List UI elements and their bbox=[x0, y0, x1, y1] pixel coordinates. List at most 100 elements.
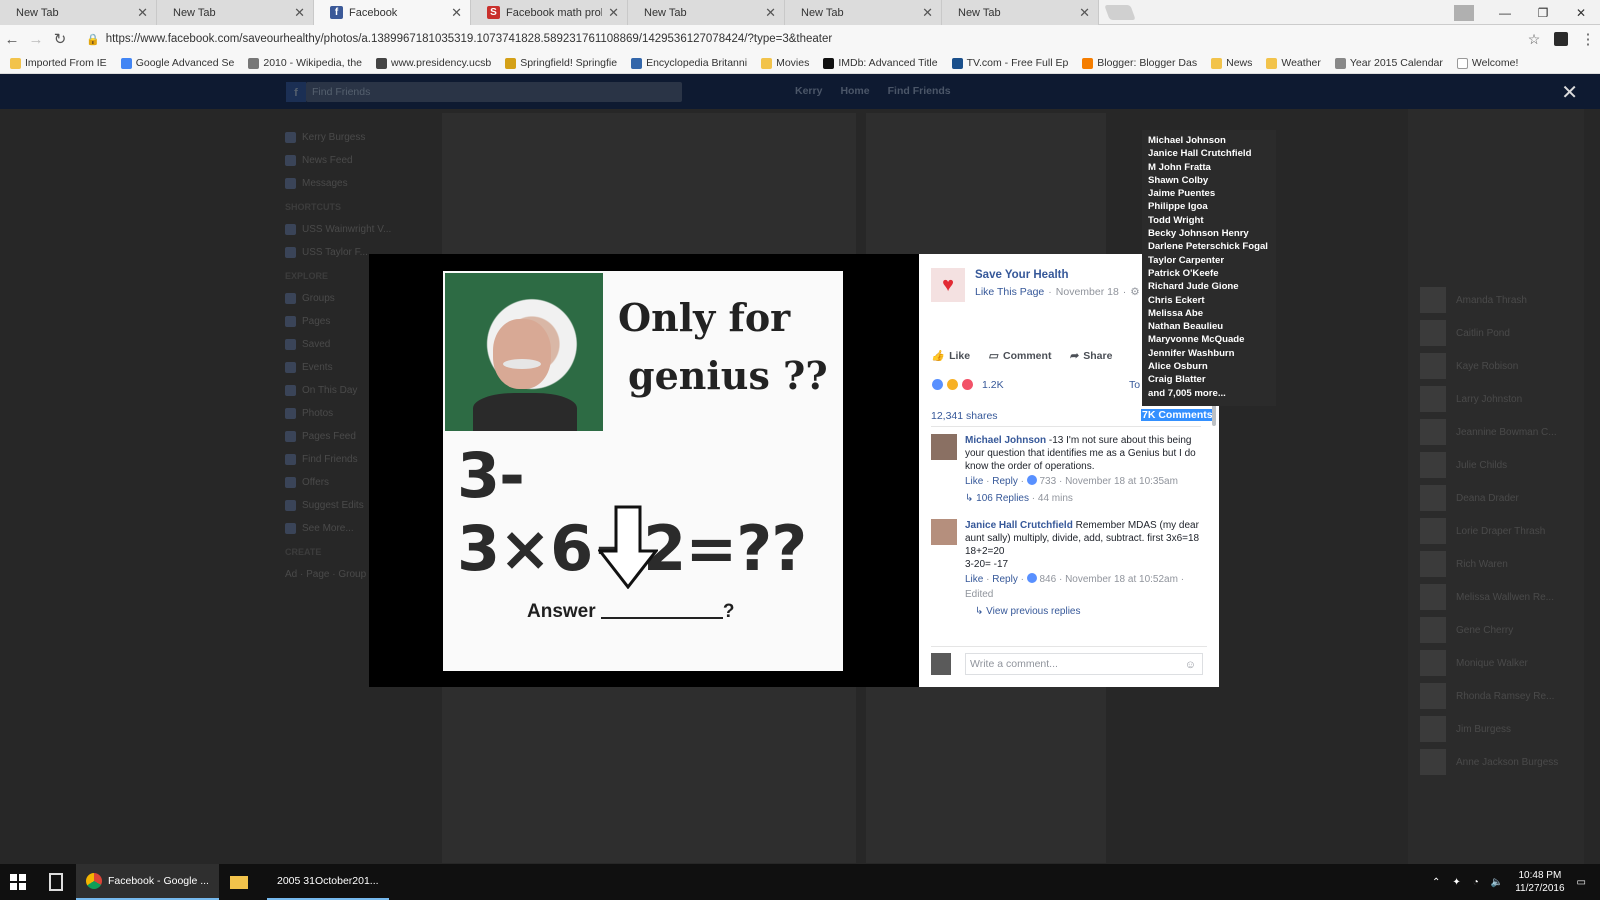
nav-find-friends[interactable]: Find Friends bbox=[888, 85, 951, 97]
clock[interactable]: 10:48 PM 11/27/2016 bbox=[1515, 869, 1564, 895]
close-icon[interactable]: ✕ bbox=[608, 5, 619, 21]
facebook-logo-icon[interactable]: f bbox=[286, 82, 306, 102]
chat-contact[interactable]: Monique Walker bbox=[1420, 650, 1528, 676]
bookmark-star-icon[interactable]: ☆ bbox=[1522, 31, 1546, 48]
wifi-icon[interactable]: ◔ bbox=[1473, 877, 1479, 888]
tab-new-tab-6[interactable]: New Tab ✕ bbox=[785, 0, 942, 25]
file-explorer-icon[interactable] bbox=[219, 864, 259, 900]
taskbar-app-chrome[interactable]: Facebook - Google ... bbox=[76, 864, 219, 900]
bookmark-item[interactable]: Imported From IE bbox=[10, 57, 107, 69]
menu-icon[interactable]: ⋮ bbox=[1576, 30, 1600, 48]
comment-input[interactable]: Write a comment... ☺ bbox=[965, 653, 1203, 675]
bookmark-item[interactable]: Blogger: Blogger Das bbox=[1082, 57, 1197, 69]
tab-new-tab-2[interactable]: New Tab ✕ bbox=[157, 0, 314, 25]
comment-like-count[interactable]: 846 bbox=[1040, 574, 1057, 585]
chat-contact[interactable]: Gene Cherry bbox=[1420, 617, 1513, 643]
bookmark-item[interactable]: Welcome! bbox=[1456, 57, 1518, 69]
nav-home[interactable]: Home bbox=[840, 85, 869, 97]
close-icon[interactable]: ✕ bbox=[765, 5, 776, 21]
shares-link[interactable]: 12,341 shares bbox=[931, 410, 998, 422]
like-page-link[interactable]: Like This Page bbox=[975, 286, 1044, 298]
chat-contact[interactable]: Julie Childs bbox=[1420, 452, 1507, 478]
bookmark-item[interactable]: www.presidency.ucsb bbox=[376, 57, 491, 69]
bookmark-item[interactable]: News bbox=[1211, 57, 1252, 69]
bookmark-item[interactable]: Encyclopedia Britanni bbox=[631, 57, 747, 69]
bookmark-item[interactable]: Year 2015 Calendar bbox=[1334, 57, 1443, 69]
page-name-link[interactable]: Save Your Health bbox=[975, 269, 1069, 281]
start-button[interactable] bbox=[0, 864, 36, 900]
user-profile-icon[interactable] bbox=[1454, 4, 1474, 21]
comment-edited[interactable]: Edited bbox=[965, 588, 1201, 601]
avatar[interactable] bbox=[931, 434, 957, 460]
close-window-icon[interactable]: ✕ bbox=[1562, 6, 1600, 20]
left-nav-item[interactable]: News Feed bbox=[285, 149, 430, 172]
comment-reply-link[interactable]: Reply bbox=[992, 574, 1018, 585]
dropbox-icon[interactable]: ✦ bbox=[1452, 877, 1460, 888]
url-field[interactable]: 🔒 https://www.facebook.com/saveourhealth… bbox=[78, 29, 1516, 49]
close-theater-icon[interactable]: ✕ bbox=[1561, 80, 1578, 105]
comment-reply-link[interactable]: Reply bbox=[992, 476, 1018, 487]
left-nav-item[interactable]: Kerry Burgess bbox=[285, 126, 430, 149]
chat-contact[interactable]: Melissa Wallwen Re... bbox=[1420, 584, 1554, 610]
left-nav-item[interactable]: Messages bbox=[285, 172, 430, 195]
close-icon[interactable]: ✕ bbox=[1079, 5, 1090, 21]
nav-profile[interactable]: Kerry bbox=[795, 85, 822, 97]
comment-like-link[interactable]: Like bbox=[965, 476, 983, 487]
share-button[interactable]: ➦ Share bbox=[1069, 349, 1112, 362]
volume-icon[interactable]: 🔈 bbox=[1491, 877, 1503, 888]
heart-icon[interactable]: ♥ bbox=[931, 268, 965, 302]
notification-icon[interactable]: ▭ bbox=[1577, 877, 1586, 888]
tab-new-tab-1[interactable]: New Tab ✕ bbox=[0, 0, 157, 25]
tab-facebook-math-problem[interactable]: S Facebook math problem ✕ bbox=[471, 0, 628, 25]
bookmark-item[interactable]: TV.com - Free Full Ep bbox=[951, 57, 1068, 69]
comment-like-link[interactable]: Like bbox=[965, 574, 983, 585]
extension-icon[interactable] bbox=[1554, 32, 1568, 46]
chevron-up-icon[interactable]: ⌃ bbox=[1432, 877, 1440, 888]
chat-contact[interactable]: Caitlin Pond bbox=[1420, 320, 1510, 346]
comment-like-count[interactable]: 733 bbox=[1040, 476, 1057, 487]
avatar[interactable] bbox=[931, 519, 957, 545]
minimize-icon[interactable]: — bbox=[1486, 6, 1524, 20]
comment-time[interactable]: November 18 at 10:35am bbox=[1065, 476, 1178, 487]
bookmark-item[interactable]: Weather bbox=[1266, 57, 1321, 69]
close-icon[interactable]: ✕ bbox=[294, 5, 305, 21]
chat-contact[interactable]: Lorie Draper Thrash bbox=[1420, 518, 1545, 544]
tab-new-tab-7[interactable]: New Tab ✕ bbox=[942, 0, 1099, 25]
bookmark-item[interactable]: Movies bbox=[761, 57, 809, 69]
reactions-summary[interactable]: 1.2K bbox=[931, 378, 1004, 391]
chat-contact[interactable]: Jim Burgess bbox=[1420, 716, 1511, 742]
restore-icon[interactable]: ❐ bbox=[1524, 6, 1562, 20]
like-button[interactable]: 👍 Like bbox=[931, 349, 970, 363]
comments-count-link[interactable]: 7K Comments bbox=[1141, 409, 1214, 421]
comment-author[interactable]: Michael Johnson bbox=[965, 435, 1046, 446]
bookmark-item[interactable]: Google Advanced Se bbox=[120, 57, 234, 69]
emoji-icon[interactable]: ☺ bbox=[1185, 655, 1196, 675]
comment-time[interactable]: November 18 at 10:52am bbox=[1065, 574, 1178, 585]
new-tab-button[interactable] bbox=[1104, 5, 1136, 20]
taskbar-app-document[interactable]: 2005 31October201... bbox=[266, 864, 389, 900]
close-icon[interactable]: ✕ bbox=[451, 5, 462, 21]
left-nav-item[interactable]: USS Wainwright V... bbox=[285, 218, 430, 241]
chat-contact[interactable]: Rhonda Ramsey Re... bbox=[1420, 683, 1554, 709]
forward-icon[interactable]: → bbox=[24, 31, 48, 48]
tab-new-tab-5[interactable]: New Tab ✕ bbox=[628, 0, 785, 25]
post-photo[interactable]: Only for genius ?? 3-3×6+2=?? Answer ? bbox=[443, 271, 843, 671]
post-date[interactable]: November 18 bbox=[1056, 286, 1119, 298]
chat-contact[interactable]: Deana Drader bbox=[1420, 485, 1519, 511]
back-icon[interactable]: ← bbox=[0, 31, 24, 48]
bookmark-item[interactable]: IMDb: Advanced Title bbox=[823, 57, 938, 69]
reload-icon[interactable]: ↻ bbox=[48, 30, 72, 48]
chat-contact[interactable]: Amanda Thrash bbox=[1420, 287, 1527, 313]
view-previous-replies-link[interactable]: View previous replies bbox=[986, 606, 1080, 617]
chat-contact[interactable]: Rich Waren bbox=[1420, 551, 1508, 577]
comment-author[interactable]: Janice Hall Crutchfield bbox=[965, 520, 1073, 531]
replies-link[interactable]: 106 Replies bbox=[976, 493, 1029, 504]
top-comments-label[interactable]: To bbox=[1129, 379, 1140, 391]
close-icon[interactable]: ✕ bbox=[137, 5, 148, 21]
chat-contact[interactable]: Jeannine Bowman C... bbox=[1420, 419, 1557, 445]
tab-facebook[interactable]: f Facebook ✕ bbox=[314, 0, 471, 25]
chat-contact[interactable]: Kaye Robison bbox=[1420, 353, 1518, 379]
calculator-icon[interactable] bbox=[36, 864, 76, 900]
chat-contact[interactable]: Larry Johnston bbox=[1420, 386, 1522, 412]
bookmark-item[interactable]: Springfield! Springfie bbox=[505, 57, 617, 69]
